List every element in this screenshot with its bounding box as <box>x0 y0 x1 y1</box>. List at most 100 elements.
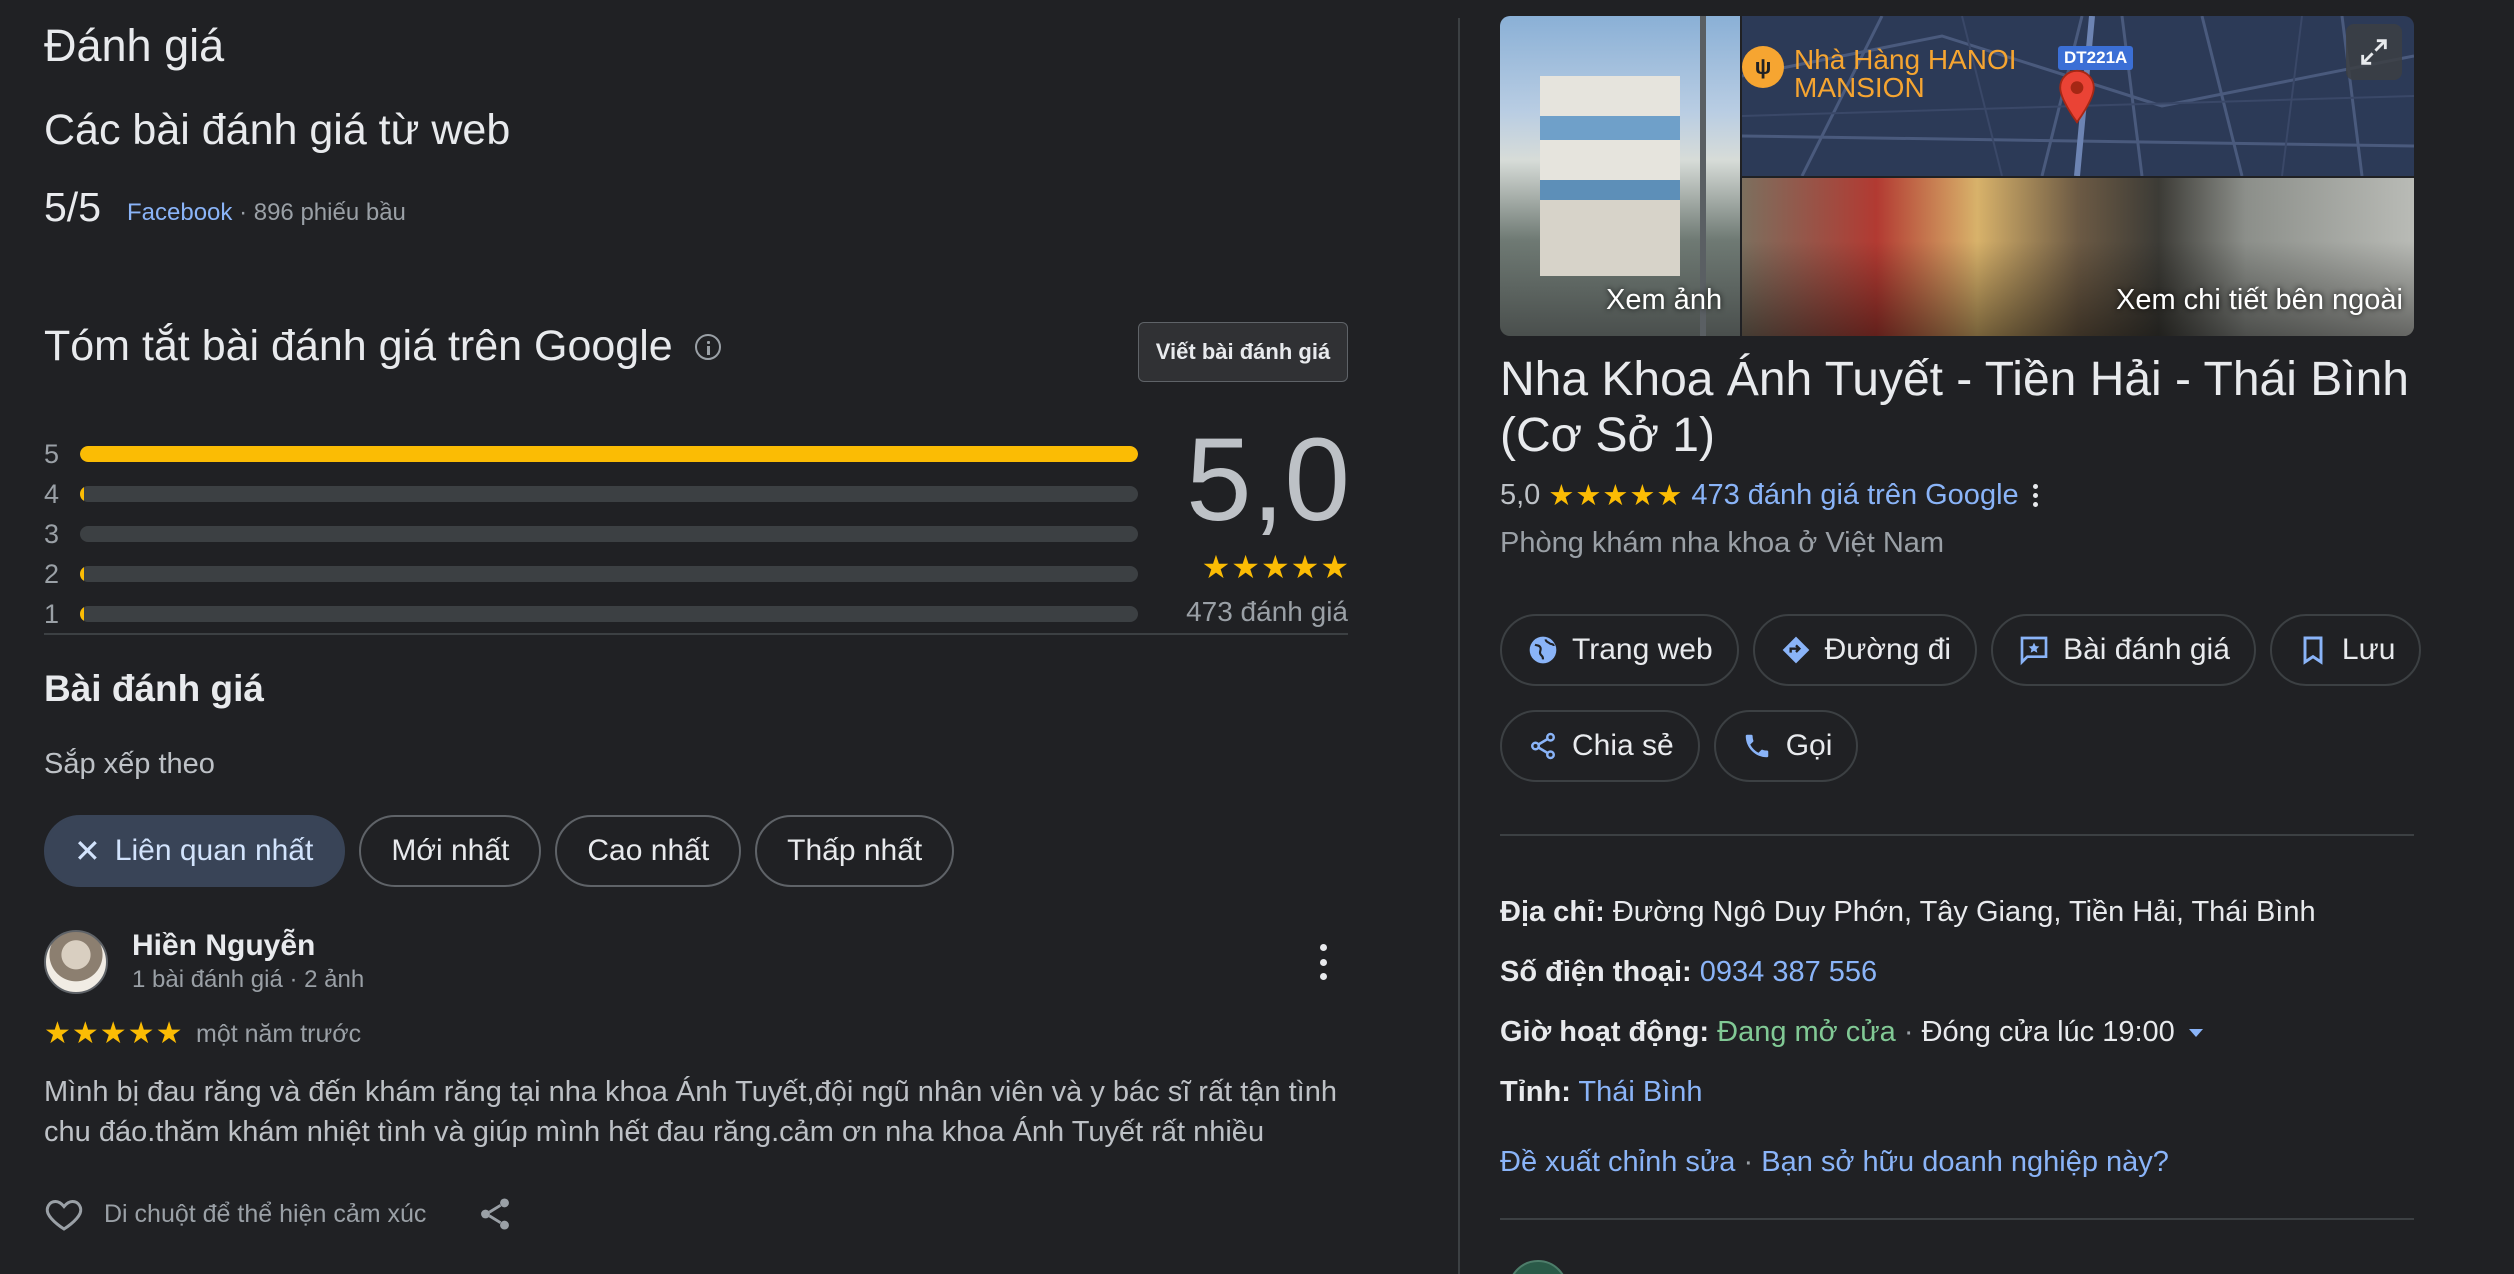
poi-name-line1: Nhà Hàng HANOI <box>1794 44 2017 75</box>
web-votes: · 896 phiếu bầu <box>239 199 406 226</box>
business-name: Nha Khoa Ánh Tuyết - Tiền Hải - Thái Bìn… <box>1500 353 2409 462</box>
rating-bar-fill <box>80 606 85 622</box>
business-category: Phòng khám nha khoa ở Việt Nam <box>1500 527 1945 559</box>
info-icon[interactable] <box>694 333 721 360</box>
phone-link[interactable]: 0934 387 556 <box>1700 956 1877 988</box>
own-business-link[interactable]: Bạn sở hữu doanh nghiệp này? <box>1761 1146 2169 1178</box>
share-icon <box>1526 729 1560 763</box>
review-text: Mình bị đau răng và đến khám răng tại nh… <box>44 1076 1337 1148</box>
total-reviews-link[interactable]: 473 đánh giá <box>1130 596 1348 628</box>
phone-icon <box>1740 729 1774 763</box>
reaction-label: Di chuột để thể hiện cảm xúc <box>104 1200 427 1228</box>
phone-label: Số điện thoại: <box>1500 956 1692 988</box>
website-label: Trang web <box>1572 633 1713 666</box>
province-label: Tỉnh: <box>1500 1076 1571 1108</box>
google-reviews-link[interactable]: 473 đánh giá trên Google <box>1691 479 2018 512</box>
address-label: Địa chỉ: <box>1500 896 1605 928</box>
photo-storefront[interactable]: Xem ảnh <box>1500 16 1740 336</box>
action-buttons-row2: Chia sẻ Gọi <box>1500 710 1859 782</box>
rating-bar-track <box>80 526 1138 542</box>
reviews-title: Bài đánh giá <box>44 668 264 709</box>
review-author-meta: 1 bài đánh giá · 2 ảnh <box>132 966 365 993</box>
share-icon[interactable] <box>476 1194 514 1234</box>
website-button[interactable]: Trang web <box>1500 614 1739 686</box>
province-link[interactable]: Thái Bình <box>1578 1076 1702 1108</box>
rating-bar-label: 2 <box>44 558 60 589</box>
hours-separator: · <box>1903 1016 1914 1048</box>
suggest-edit-link[interactable]: Đề xuất chỉnh sửa <box>1500 1146 1735 1178</box>
call-button[interactable]: Gọi <box>1713 710 1859 782</box>
view-exterior-label[interactable]: Xem chi tiết bên ngoài <box>2116 284 2403 317</box>
map-poi: ψ Nhà Hàng HANOI MANSION <box>1742 46 2017 102</box>
view-photos-label[interactable]: Xem ảnh <box>1606 284 1722 317</box>
facebook-link[interactable]: Facebook <box>127 199 232 226</box>
chevron-down-icon[interactable] <box>2187 1027 2205 1039</box>
globe-icon <box>1526 633 1560 667</box>
hours-label: Giờ hoạt động: <box>1500 1016 1710 1048</box>
avatar[interactable] <box>44 930 108 994</box>
directions-button[interactable]: Đường đi <box>1752 614 1978 686</box>
avatar[interactable] <box>1508 1260 1568 1274</box>
address-row: Địa chỉ: Đường Ngô Duy Phớn, Tây Giang, … <box>1500 896 2316 929</box>
share-button[interactable]: Chia sẻ <box>1500 710 1700 782</box>
suggest-row: Đề xuất chỉnh sửa · Bạn sở hữu doanh ngh… <box>1500 1146 2169 1179</box>
rating-bar-track <box>80 446 1138 462</box>
sort-chip-lowest[interactable]: Thấp nhất <box>755 815 955 887</box>
province-row: Tỉnh: Thái Bình <box>1500 1076 1703 1109</box>
sort-chips: ✕ Liên quan nhất Mới nhất Cao nhất Thấp … <box>44 815 955 887</box>
directions-label: Đường đi <box>1824 633 1952 666</box>
rating-bar-fill <box>80 446 1138 462</box>
save-button[interactable]: Lưu <box>2269 614 2422 686</box>
rating-bar-label: 4 <box>44 478 60 509</box>
call-label: Gọi <box>1785 729 1833 762</box>
average-stars: ★★★★★ <box>1201 549 1350 585</box>
rating-bar-row[interactable]: 3 <box>44 514 1140 554</box>
sort-chip-relevant[interactable]: ✕ Liên quan nhất <box>44 815 346 887</box>
closing-time[interactable]: Đóng cửa lúc 19:00 <box>1922 1016 2175 1048</box>
rating-bar-row[interactable]: 2 <box>44 554 1140 594</box>
more-vert-icon[interactable] <box>2032 484 2038 507</box>
rating-bar-row[interactable]: 1 <box>44 594 1140 634</box>
reviews-column: Đánh giá Các bài đánh giá từ web 5/5 Fac… <box>0 0 1458 1274</box>
sort-chip-label: Liên quan nhất <box>114 834 314 867</box>
divider <box>1500 834 2414 836</box>
rating-bar-row[interactable]: 5 <box>44 434 1140 474</box>
close-icon[interactable]: ✕ <box>74 832 101 870</box>
web-score: 5/5 <box>44 184 101 230</box>
rating-bar-fill <box>80 566 85 582</box>
reviews-button[interactable]: Bài đánh giá <box>1991 614 2256 686</box>
photo-exterior[interactable]: Xem chi tiết bên ngoài <box>1742 178 2414 336</box>
rating-bar-row[interactable]: 4 <box>44 474 1140 514</box>
web-source-line: Facebook · 896 phiếu bầu <box>127 199 406 227</box>
review-time: một năm trước <box>196 1020 362 1048</box>
hours-row: Giờ hoạt động: Đang mở cửa · Đóng cửa lú… <box>1500 1016 2205 1049</box>
rating-bar-track <box>80 486 1138 502</box>
review-author[interactable]: Hiền Nguyễn <box>132 929 315 963</box>
rating-stars: ★★★★★ <box>1548 480 1684 512</box>
web-reviews-title: Các bài đánh giá từ web <box>44 106 511 154</box>
rating-value: 5,0 <box>1500 479 1541 511</box>
sort-chip-highest[interactable]: Cao nhất <box>555 815 742 887</box>
divider <box>1500 1218 2414 1220</box>
expand-icon[interactable] <box>2346 24 2402 80</box>
average-rating: 5,0 <box>1185 414 1350 546</box>
sort-chip-newest[interactable]: Mới nhất <box>359 815 542 887</box>
open-status: Đang mở cửa <box>1717 1016 1896 1048</box>
rating-distribution: 5 4 3 2 1 <box>44 434 1140 634</box>
google-summary-title: Tóm tắt bài đánh giá trên Google <box>44 322 721 371</box>
poi-name-line2: MANSION <box>1794 72 1925 103</box>
building-image <box>1540 76 1680 276</box>
rating-bar-label: 3 <box>44 518 60 549</box>
rating-bar-fill <box>80 486 85 502</box>
review-icon <box>2017 633 2051 667</box>
directions-icon <box>1779 633 1813 667</box>
column-divider <box>1458 18 1460 1274</box>
poi-name: Nhà Hàng HANOI MANSION <box>1794 46 2017 102</box>
review-stars: ★★★★★ <box>44 1017 184 1050</box>
divider <box>44 633 1348 635</box>
reviews-heading: Đánh giá <box>44 20 225 71</box>
heart-icon[interactable] <box>42 1194 86 1234</box>
road-label: DT221A <box>2058 46 2134 70</box>
write-review-button[interactable]: Viết bài đánh giá <box>1138 322 1348 382</box>
more-options-icon[interactable] <box>1310 940 1336 984</box>
